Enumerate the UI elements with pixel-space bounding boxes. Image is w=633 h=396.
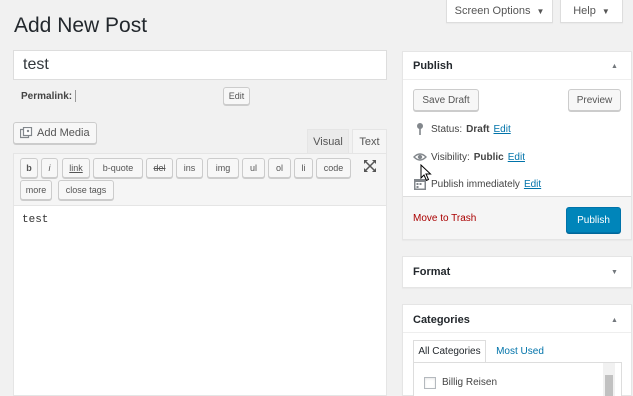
category-label: Billig Reisen <box>442 377 498 388</box>
status-label: Status: <box>431 123 463 135</box>
quicktag-img-button[interactable]: img <box>207 158 239 178</box>
eye-icon <box>413 150 427 164</box>
scrollbar-thumb[interactable] <box>605 375 613 396</box>
collapse-arrow-icon[interactable]: ▲ <box>611 317 618 324</box>
mouse-cursor-icon <box>420 163 432 182</box>
category-checkbox[interactable] <box>424 377 436 389</box>
tab-all-categories[interactable]: All Categories <box>413 340 486 362</box>
quicktag-ul-button[interactable]: ul <box>242 158 265 178</box>
help-label: Help <box>573 5 596 17</box>
permalink-edit-button[interactable]: Edit <box>223 87 250 105</box>
quicktag-del-button[interactable]: del <box>146 158 173 178</box>
quicktag-bold-button[interactable]: b <box>20 158 38 178</box>
status-edit-link[interactable]: Edit <box>493 124 510 135</box>
schedule-edit-link[interactable]: Edit <box>524 179 541 190</box>
add-media-label: Add Media <box>37 127 90 139</box>
add-media-button[interactable]: Add Media <box>13 122 97 144</box>
quicktag-more-button[interactable]: more <box>20 180 52 200</box>
fullscreen-icon[interactable] <box>362 158 378 174</box>
status-value: Draft <box>466 123 490 135</box>
screen-options-label: Screen Options <box>454 5 531 17</box>
categories-box-title: Categories <box>413 314 470 326</box>
quicktag-code-button[interactable]: code <box>316 158 351 178</box>
help-button[interactable]: Help ▼ <box>560 0 623 23</box>
save-draft-button[interactable]: Save Draft <box>413 89 479 111</box>
tab-text[interactable]: Text <box>352 129 387 153</box>
quicktag-close-tags-button[interactable]: close tags <box>58 180 114 200</box>
visibility-value: Public <box>473 151 504 163</box>
media-icon <box>19 126 33 140</box>
caret-down-icon: ▼ <box>601 6 610 16</box>
visibility-edit-link[interactable]: Edit <box>508 152 525 163</box>
quicktag-italic-button[interactable]: i <box>41 158 58 178</box>
page-title: Add New Post <box>14 14 148 37</box>
format-box-title: Format <box>413 266 451 278</box>
quicktag-link-button[interactable]: link <box>62 158 90 178</box>
divider <box>403 332 631 333</box>
screen-options-button[interactable]: Screen Options ▼ <box>446 0 553 23</box>
visibility-label: Visibility: <box>431 151 470 163</box>
status-row: Status: Draft Edit <box>413 122 511 136</box>
visibility-row: Visibility: Public Edit <box>413 150 525 164</box>
schedule-row: Publish immediately Edit <box>413 177 541 191</box>
quicktag-ol-button[interactable]: ol <box>268 158 291 178</box>
schedule-text: Publish immediately <box>431 178 520 190</box>
publish-box-title: Publish <box>413 60 453 72</box>
publish-button[interactable]: Publish <box>566 207 621 233</box>
expand-arrow-icon[interactable]: ▼ <box>611 269 618 276</box>
editor-textarea[interactable]: test <box>22 214 48 226</box>
preview-button[interactable]: Preview <box>568 89 621 111</box>
permalink-slug <box>75 90 76 102</box>
collapse-arrow-icon[interactable]: ▲ <box>611 63 618 70</box>
tab-most-used[interactable]: Most Used <box>490 340 550 362</box>
pin-icon <box>413 122 427 136</box>
move-to-trash-link[interactable]: Move to Trash <box>413 213 476 224</box>
tab-visual[interactable]: Visual <box>307 129 349 153</box>
post-title-input[interactable] <box>13 50 387 80</box>
permalink-label: Permalink: <box>21 91 73 102</box>
quicktag-ins-button[interactable]: ins <box>176 158 203 178</box>
caret-down-icon: ▼ <box>536 6 545 16</box>
quicktag-blockquote-button[interactable]: b-quote <box>93 158 143 178</box>
divider <box>403 79 631 80</box>
quicktag-li-button[interactable]: li <box>294 158 313 178</box>
